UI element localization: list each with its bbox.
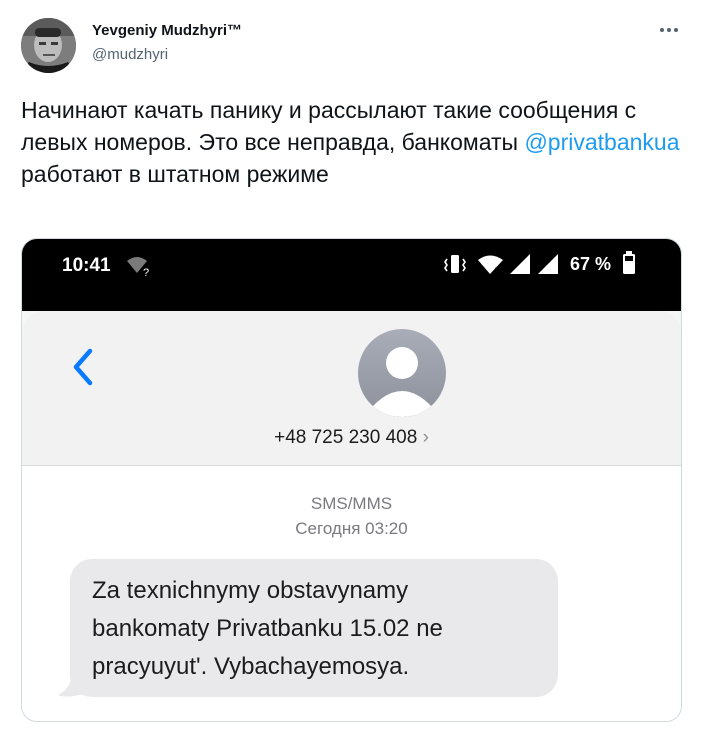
tweet-media-image[interactable]: 10:41 ? ᵛ 67 % +48 725 230 408 › SMS/MMS… [21,238,682,722]
status-time: 10:41 [62,255,111,276]
svg-text:?: ? [143,267,149,277]
contact-phone-number[interactable]: +48 725 230 408 › [22,427,681,449]
battery-icon [623,251,635,274]
battery-percentage: 67 % [570,254,612,274]
svg-text:ᵛ: ᵛ [494,265,498,275]
author-photo [21,18,76,73]
contact-avatar-icon[interactable] [358,329,446,417]
avatar[interactable] [21,18,76,73]
more-options-icon[interactable] [654,20,684,44]
signal-icon [538,254,558,274]
phone-status-bar: 10:41 ? ᵛ 67 % [22,239,681,311]
tweet-text-end: работают в штатном режиме [21,161,329,187]
signal-icon [510,254,530,274]
message-date: Сегодня 03:20 [295,519,408,538]
service-label: SMS/MMS [310,494,393,513]
phone-number-text: +48 725 230 408 [274,427,418,448]
vibrate-icon [444,255,466,273]
author-name[interactable]: Yevgeniy Mudzhyri™ [92,22,242,39]
author-handle[interactable]: @mudzhyri [92,46,168,63]
wifi-question-icon: ? [127,257,149,277]
message-text: Za texnichnymy obstavynamy bankomaty Pri… [92,577,443,680]
chevron-left-icon[interactable] [68,345,98,389]
chevron-right-icon: › [422,427,429,448]
tweet-text: Начинают качать панику и рассылают такие… [21,94,681,190]
mention-link[interactable]: @privatbankua [524,129,679,155]
wifi-icon: ᵛ [478,255,503,275]
